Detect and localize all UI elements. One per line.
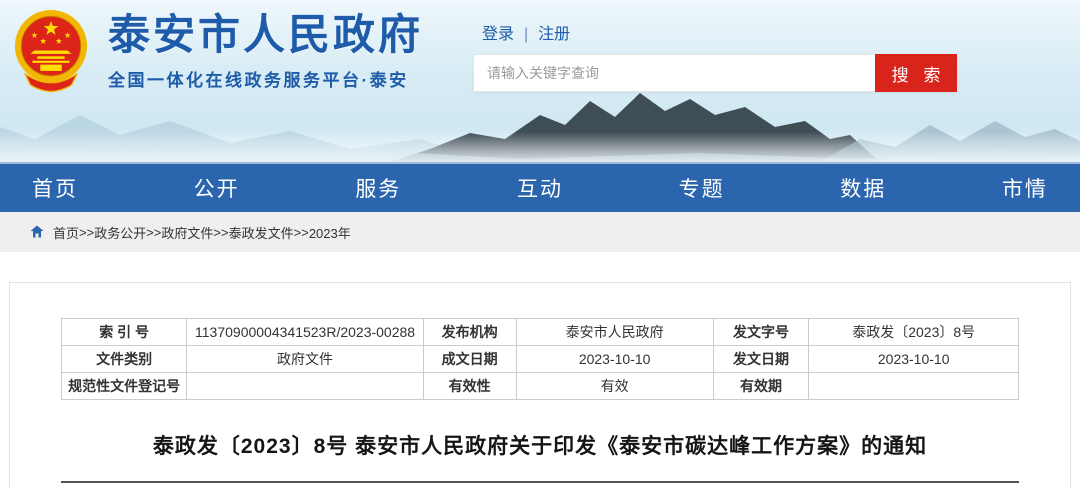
- breadcrumb-item-taizhengfa[interactable]: 泰政发文件: [229, 223, 294, 242]
- login-link[interactable]: 登录: [482, 26, 514, 43]
- breadcrumb-separator: >>: [146, 225, 161, 240]
- meta-value-issue-date: 2023-10-10: [809, 346, 1019, 373]
- register-link[interactable]: 注册: [538, 26, 570, 43]
- meta-value-category: 政府文件: [187, 346, 423, 373]
- main-nav: 首页 公开 服务 互动 专题 数据 市情: [0, 162, 1080, 212]
- nav-item-service[interactable]: 服务: [355, 173, 401, 203]
- nav-item-home[interactable]: 首页: [32, 173, 78, 203]
- breadcrumb-separator: >>: [213, 225, 228, 240]
- nav-item-data[interactable]: 数据: [840, 173, 886, 203]
- home-icon[interactable]: [30, 225, 44, 239]
- nav-item-special[interactable]: 专题: [679, 173, 725, 203]
- meta-label-index: 索 引 号: [62, 319, 187, 346]
- main-content: 索 引 号 11370900004341523R/2023-00288 发布机构…: [0, 282, 1080, 489]
- meta-row: 规范性文件登记号 有效性 有效 有效期: [62, 373, 1019, 400]
- content-panel: 索 引 号 11370900004341523R/2023-00288 发布机构…: [9, 282, 1071, 489]
- meta-value-doc-number: 泰政发〔2023〕8号: [809, 319, 1019, 346]
- meta-label-valid-period: 有效期: [713, 373, 809, 400]
- search-bar: 搜 索: [473, 54, 957, 92]
- meta-label-doc-number: 发文字号: [713, 319, 809, 346]
- brand: 泰安市人民政府 全国一体化在线政务服务平台·泰安: [12, 6, 423, 94]
- meta-label-issue-date: 发文日期: [713, 346, 809, 373]
- national-emblem-icon: [12, 6, 90, 94]
- breadcrumb-item-year[interactable]: 2023年: [309, 223, 351, 242]
- meta-label-written-date: 成文日期: [423, 346, 516, 373]
- search-button[interactable]: 搜 索: [875, 54, 957, 92]
- site-title: 泰安市人民政府: [108, 12, 423, 58]
- meta-label-reg-number: 规范性文件登记号: [62, 373, 187, 400]
- site-header: 泰安市人民政府 全国一体化在线政务服务平台·泰安 登录 | 注册 搜 索: [0, 0, 1080, 162]
- meta-label-issuer: 发布机构: [423, 319, 516, 346]
- brand-text: 泰安市人民政府 全国一体化在线政务服务平台·泰安: [108, 6, 423, 91]
- meta-value-index: 11370900004341523R/2023-00288: [187, 319, 423, 346]
- mountain-backdrop: [0, 87, 1080, 162]
- auth-separator: |: [524, 26, 528, 43]
- doc-title: 泰政发〔2023〕8号 泰安市人民政府关于印发《泰安市碳达峰工作方案》的通知: [60, 430, 1020, 460]
- doc-meta-table: 索 引 号 11370900004341523R/2023-00288 发布机构…: [61, 318, 1019, 400]
- meta-row: 文件类别 政府文件 成文日期 2023-10-10 发文日期 2023-10-1…: [62, 346, 1019, 373]
- auth-links: 登录 | 注册: [482, 20, 570, 44]
- breadcrumb-item-disclosure[interactable]: 政务公开: [94, 223, 146, 242]
- meta-label-category: 文件类别: [62, 346, 187, 373]
- breadcrumb-item-documents[interactable]: 政府文件: [161, 223, 213, 242]
- title-divider: [61, 481, 1019, 483]
- meta-value-validity: 有效: [516, 373, 713, 400]
- nav-item-public[interactable]: 公开: [194, 173, 240, 203]
- meta-value-reg-number: [187, 373, 423, 400]
- site-subtitle: 全国一体化在线政务服务平台·泰安: [108, 66, 423, 91]
- meta-row: 索 引 号 11370900004341523R/2023-00288 发布机构…: [62, 319, 1019, 346]
- breadcrumb: 首页>>政务公开>>政府文件>>泰政发文件>>2023年: [0, 212, 1080, 252]
- meta-label-validity: 有效性: [423, 373, 516, 400]
- nav-item-city[interactable]: 市情: [1002, 173, 1048, 203]
- search-input[interactable]: [473, 54, 875, 92]
- breadcrumb-separator: >>: [294, 225, 309, 240]
- meta-value-issuer: 泰安市人民政府: [516, 319, 713, 346]
- meta-value-written-date: 2023-10-10: [516, 346, 713, 373]
- nav-item-interact[interactable]: 互动: [517, 173, 563, 203]
- breadcrumb-separator: >>: [79, 225, 94, 240]
- breadcrumb-item-home[interactable]: 首页: [53, 223, 79, 242]
- meta-value-valid-period: [809, 373, 1019, 400]
